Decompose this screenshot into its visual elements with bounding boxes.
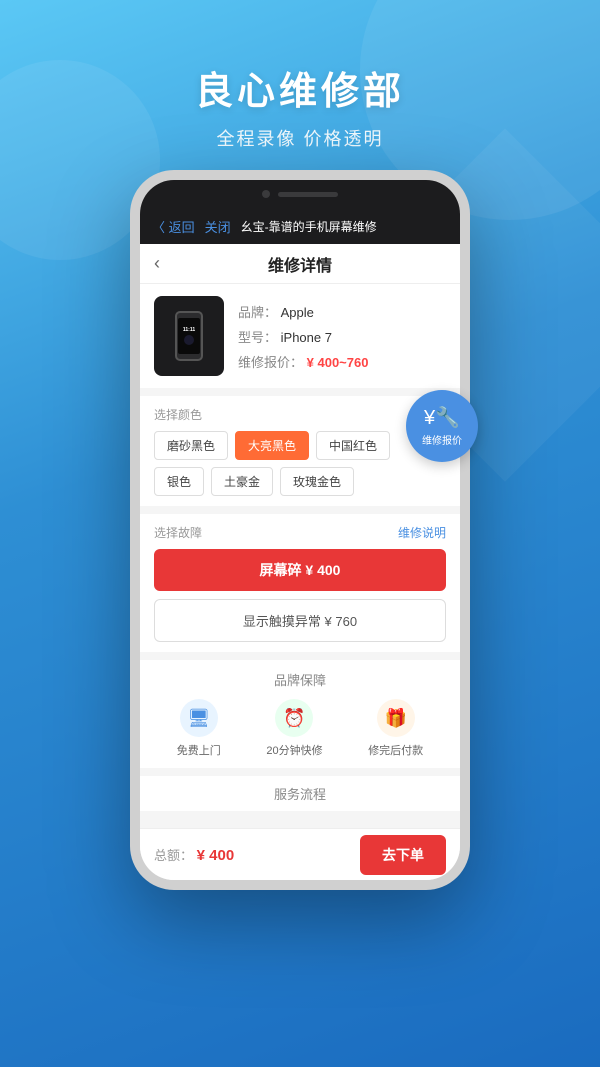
- product-phone-screen: 11:11: [178, 318, 200, 354]
- phone-home-indicator: [184, 335, 194, 345]
- price-value: ¥ 400~760: [307, 355, 369, 370]
- brand-value: Apple: [281, 305, 314, 320]
- color-btn-matte-black[interactable]: 磨砂黑色: [154, 431, 228, 460]
- guarantee-items: 🖥 免费上门 ⏰ 20分钟快修 🎁 修完后付款: [154, 699, 446, 758]
- price-label: 维修报价：: [238, 355, 303, 370]
- phone-nav-bar: 〈 返回 关闭 幺宝-靠谱的手机屏幕维修: [140, 208, 460, 244]
- guarantee-section: 品牌保障 🖥 免费上门 ⏰ 20分钟快修 🎁 修完后付款: [140, 660, 460, 768]
- color-btn-red[interactable]: 中国红色: [316, 431, 390, 460]
- brand-row: 品牌： Apple: [238, 302, 368, 321]
- color-btn-jet-black[interactable]: 大亮黑色: [235, 431, 309, 460]
- guarantee-item-payment: 🎁 修完后付款: [368, 699, 423, 758]
- order-button[interactable]: 去下单: [360, 835, 446, 875]
- guarantee-fast-label: 20分钟快修: [266, 742, 322, 758]
- guarantee-title: 品牌保障: [154, 670, 446, 689]
- repair-price-label: 维修报价: [422, 432, 462, 447]
- sub-title: 全程录像 价格透明: [0, 125, 600, 151]
- guarantee-item-door: 🖥 免费上门: [177, 699, 221, 758]
- bottom-bar: 总额： ¥ 400 去下单: [140, 828, 460, 880]
- price-row: 维修报价： ¥ 400~760: [238, 352, 368, 371]
- color-btn-silver[interactable]: 银色: [154, 467, 204, 496]
- product-section: 11:11 品牌： Apple 型号： iPhone 7: [140, 284, 460, 388]
- phone-camera: [262, 190, 270, 198]
- repair-price-icon: ¥🔧: [424, 405, 460, 430]
- guarantee-door-label: 免费上门: [177, 742, 221, 758]
- nav-title-text: 幺宝-靠谱的手机屏幕维修: [241, 218, 377, 235]
- phone-speaker: [278, 192, 338, 197]
- content-back-icon[interactable]: ‹: [154, 253, 160, 274]
- repair-instructions-link[interactable]: 维修说明: [398, 524, 446, 541]
- total-text: 总额：: [154, 848, 193, 863]
- fault-header: 选择故障 维修说明: [154, 524, 446, 541]
- color-btn-gold[interactable]: 土豪金: [211, 467, 273, 496]
- model-row: 型号： iPhone 7: [238, 327, 368, 346]
- fast-repair-icon: ⏰: [275, 699, 313, 737]
- product-details: 品牌： Apple 型号： iPhone 7 维修报价： ¥ 400~760: [238, 296, 368, 376]
- content-page-title: 维修详情: [268, 252, 332, 276]
- phone-content: ‹ 维修详情 11:11 品牌： Apple: [140, 244, 460, 880]
- guarantee-item-fast: ⏰ 20分钟快修: [266, 699, 322, 758]
- fault-section: 选择故障 维修说明 屏幕碎 ¥ 400 显示触摸异常 ¥ 760: [140, 514, 460, 652]
- main-title: 良心维修部: [0, 60, 600, 115]
- float-repair-badge[interactable]: ¥🔧 维修报价: [406, 390, 478, 462]
- product-phone-icon: 11:11: [175, 311, 203, 361]
- phone-frame: 〈 返回 关闭 幺宝-靠谱的手机屏幕维修 ‹ 维修详情 11:11: [130, 170, 470, 890]
- nav-close-button[interactable]: 关闭: [205, 217, 231, 236]
- phone-mockup: 〈 返回 关闭 幺宝-靠谱的手机屏幕维修 ‹ 维修详情 11:11: [130, 170, 470, 890]
- header-area: 良心维修部 全程录像 价格透明: [0, 0, 600, 151]
- nav-back-button[interactable]: 〈 返回: [152, 217, 195, 236]
- total-label: 总额： ¥ 400: [154, 845, 350, 864]
- total-price: ¥ 400: [197, 847, 235, 864]
- fault-btn-broken-screen[interactable]: 屏幕碎 ¥ 400: [154, 549, 446, 591]
- service-section: 服务流程: [140, 776, 460, 811]
- product-image: 11:11: [154, 296, 224, 376]
- color-grid: 磨砂黑色 大亮黑色 中国红色 银色 土豪金 玫瑰金色: [154, 431, 446, 496]
- phone-time: 11:11: [183, 327, 195, 333]
- service-title: 服务流程: [154, 784, 446, 803]
- phone-top-bar: [140, 180, 460, 208]
- after-payment-icon: 🎁: [377, 699, 415, 737]
- color-section-label: 选择颜色: [154, 406, 446, 423]
- color-btn-rose-gold[interactable]: 玫瑰金色: [280, 467, 354, 496]
- model-label: 型号：: [238, 330, 277, 345]
- guarantee-payment-label: 修完后付款: [368, 742, 423, 758]
- model-value: iPhone 7: [281, 330, 332, 345]
- brand-label: 品牌：: [238, 305, 277, 320]
- content-header: ‹ 维修详情: [140, 244, 460, 284]
- fault-btn-display-abnormal[interactable]: 显示触摸异常 ¥ 760: [154, 599, 446, 642]
- door-service-icon: 🖥: [180, 699, 218, 737]
- fault-section-label: 选择故障: [154, 524, 202, 541]
